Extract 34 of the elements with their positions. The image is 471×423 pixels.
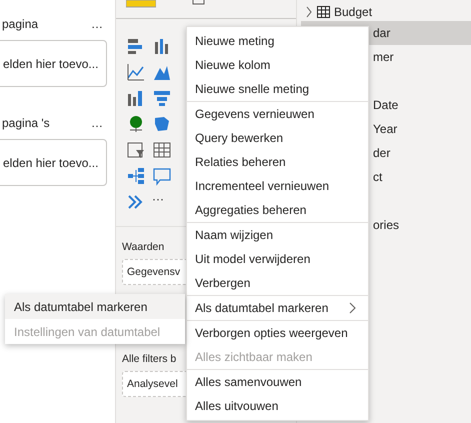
chevron-icon[interactable] xyxy=(305,6,313,18)
table-name[interactable]: Budget xyxy=(334,5,372,19)
menu-item[interactable]: Als datumtabel markeren xyxy=(5,294,185,319)
table-icon[interactable] xyxy=(152,140,172,160)
menu-item[interactable]: Gegevens vernieuwen xyxy=(187,102,368,126)
line-chart-icon[interactable] xyxy=(126,62,146,82)
menu-item[interactable]: Naam wijzigen xyxy=(187,223,368,247)
menu-item[interactable]: Nieuwe kolom xyxy=(187,53,368,77)
menu-item[interactable]: Als datumtabel markeren xyxy=(187,296,368,320)
table-icon xyxy=(317,6,330,18)
decomposition-tree-icon[interactable] xyxy=(126,166,146,186)
menu-item[interactable]: Alles samenvouwen xyxy=(187,370,368,394)
drop-field[interactable]: elden hier toevo... xyxy=(0,139,107,186)
more-options-button[interactable]: … xyxy=(91,17,103,31)
menu-item[interactable]: Aggregaties beheren xyxy=(187,198,368,222)
speech-bubble-icon[interactable] xyxy=(152,166,172,186)
section-title: pagina 's xyxy=(2,116,50,130)
slicer-icon[interactable] xyxy=(126,140,146,160)
menu-item[interactable]: Relaties beheren xyxy=(187,150,368,174)
menu-item[interactable]: Uit model verwijderen xyxy=(187,247,368,271)
more-options-button[interactable]: … xyxy=(91,116,103,130)
menu-item[interactable]: Verborgen opties weergeven xyxy=(187,321,368,345)
well-label: Waarden xyxy=(122,241,164,253)
more-visuals-button[interactable]: ··· xyxy=(152,192,172,212)
drop-field[interactable]: elden hier toevo... xyxy=(0,40,107,87)
chevron-icon xyxy=(349,302,356,314)
funnel-icon[interactable] xyxy=(152,88,172,108)
menu-item[interactable]: Nieuwe snelle meting xyxy=(187,77,368,101)
menu-item[interactable]: Alles uitvouwen xyxy=(187,394,368,418)
well-label: Alle filters b xyxy=(122,353,176,365)
section-title: pagina xyxy=(2,17,38,31)
menu-item[interactable]: Incrementeel vernieuwen xyxy=(187,174,368,198)
menu-item[interactable]: Query bewerken xyxy=(187,126,368,150)
menu-item[interactable]: Verbergen xyxy=(187,271,368,295)
